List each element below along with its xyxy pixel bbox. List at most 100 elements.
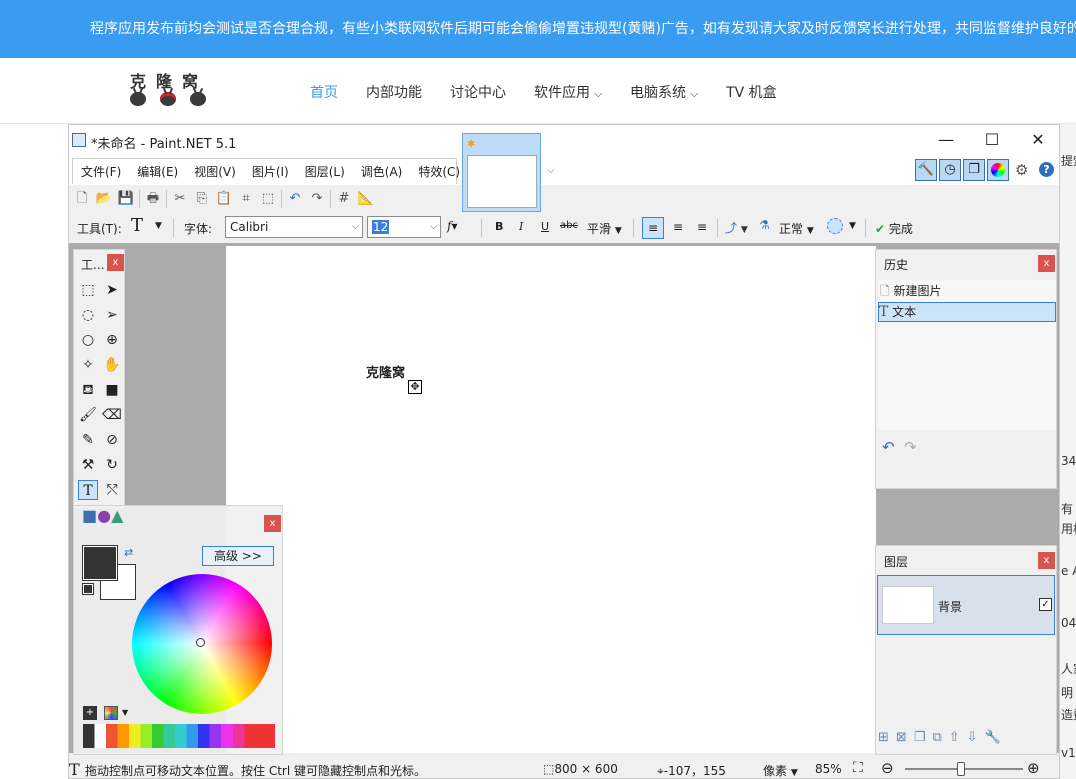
add-to-palette-icon[interactable]: + bbox=[83, 706, 97, 720]
selection-clip-icon[interactable] bbox=[827, 218, 843, 234]
color-wheel-cursor[interactable] bbox=[196, 638, 205, 647]
recolor-icon[interactable]: ↻ bbox=[102, 455, 122, 475]
font-style-icon[interactable]: f▾ bbox=[447, 219, 457, 233]
tabs-dropdown-icon[interactable]: ⌵ bbox=[547, 165, 555, 176]
palette-menu-icon[interactable] bbox=[104, 706, 118, 720]
blend-mode-icon[interactable]: ⚗ bbox=[759, 218, 770, 232]
add-layer-icon[interactable]: ⊞ bbox=[878, 730, 889, 745]
image-canvas[interactable]: 克隆窝 ✥ bbox=[226, 246, 876, 753]
move-layer-down-icon[interactable]: ⇩ bbox=[967, 730, 978, 745]
duplicate-layer-icon[interactable]: ❐ bbox=[914, 730, 926, 745]
redo-icon[interactable]: ↷ bbox=[904, 438, 917, 456]
font-size-select[interactable]: 12 ⌵ bbox=[367, 216, 441, 238]
menu-effects[interactable]: 特效(C) bbox=[410, 163, 468, 180]
layer-row[interactable]: 背景 ✓ bbox=[877, 575, 1055, 635]
clone-stamp-icon[interactable]: ⚒ bbox=[78, 455, 98, 475]
print-icon[interactable]: 🖶 bbox=[144, 190, 162, 208]
underline-button[interactable]: U bbox=[541, 220, 549, 233]
history-item[interactable]: 🗋 新建图片 bbox=[880, 282, 1054, 300]
antialias-select[interactable]: 平滑 ▼ bbox=[587, 220, 622, 237]
copy-icon[interactable]: ⎘ bbox=[193, 190, 211, 208]
nav-software[interactable]: 软件应用 ⌵ bbox=[534, 82, 602, 102]
chevron-down-icon[interactable]: ▼ bbox=[849, 221, 856, 231]
chevron-down-icon[interactable]: ▼ bbox=[122, 708, 128, 717]
nav-discussion[interactable]: 讨论中心 bbox=[450, 82, 506, 102]
zoom-to-window-icon[interactable]: ⛶ bbox=[853, 760, 863, 776]
zoom-in-icon[interactable]: ⊕ bbox=[1027, 759, 1040, 777]
text-tool-icon[interactable]: T bbox=[78, 480, 98, 500]
zoom-slider[interactable] bbox=[905, 762, 1023, 776]
zoom-slider-thumb[interactable] bbox=[957, 762, 965, 776]
swap-colors-icon[interactable]: ⇄ bbox=[124, 546, 133, 559]
reset-colors-icon[interactable] bbox=[82, 583, 94, 595]
nav-internal[interactable]: 内部功能 bbox=[366, 82, 422, 102]
history-toggle-icon[interactable]: ◷ bbox=[939, 159, 961, 181]
align-left-icon[interactable]: ≡ bbox=[642, 217, 664, 239]
delete-layer-icon[interactable]: ⊠ bbox=[896, 730, 907, 745]
color-wheel[interactable] bbox=[132, 574, 272, 714]
deselect-icon[interactable]: ⬚ bbox=[259, 190, 277, 208]
undo-icon[interactable]: ↶ bbox=[882, 438, 895, 456]
settings-gear-icon[interactable]: ⚙ bbox=[1015, 161, 1028, 179]
move-handle-icon[interactable]: ✥ bbox=[408, 380, 422, 394]
close-panel-icon[interactable]: x bbox=[1038, 552, 1055, 569]
advanced-colors-button[interactable]: 高级 >> bbox=[202, 546, 274, 566]
color-picker-icon[interactable]: ⊘ bbox=[102, 430, 122, 450]
ruler-icon[interactable]: 📐 bbox=[357, 190, 375, 208]
nav-tv[interactable]: TV 机盒 bbox=[726, 82, 777, 102]
redo-icon[interactable]: ↷ bbox=[308, 190, 326, 208]
merge-layer-icon[interactable]: ⧉ bbox=[932, 730, 941, 745]
align-right-icon[interactable]: ≡ bbox=[691, 217, 713, 239]
paste-icon[interactable]: 📋 bbox=[215, 190, 233, 208]
color-palette-strip[interactable] bbox=[83, 724, 275, 748]
move-selected-icon[interactable]: ➢ bbox=[102, 305, 122, 325]
strikethrough-button[interactable]: abc bbox=[560, 220, 578, 231]
tools-toggle-icon[interactable]: 🔨 bbox=[915, 159, 937, 181]
maximize-button[interactable]: ☐ bbox=[977, 129, 1007, 151]
title-bar[interactable]: *未命名 - Paint.NET 5.1 — ☐ ✕ bbox=[69, 125, 1059, 155]
pencil-icon[interactable]: ✎ bbox=[78, 430, 98, 450]
minimize-button[interactable]: — bbox=[931, 129, 961, 151]
nav-systems[interactable]: 电脑系统 ⌵ bbox=[630, 82, 698, 102]
menu-edit[interactable]: 编辑(E) bbox=[129, 163, 186, 180]
menu-view[interactable]: 视图(V) bbox=[186, 163, 244, 180]
eraser-icon[interactable]: ⌫ bbox=[102, 405, 122, 425]
pan-hand-icon[interactable]: ✋ bbox=[102, 355, 122, 375]
crop-icon[interactable]: ⌗ bbox=[237, 190, 255, 208]
lasso-select-icon[interactable]: ◌ bbox=[78, 305, 98, 325]
italic-button[interactable]: I bbox=[519, 220, 523, 233]
move-layer-up-icon[interactable]: ⇧ bbox=[949, 730, 960, 745]
new-file-icon[interactable]: 🗋 bbox=[73, 190, 91, 208]
layer-visibility-checkbox[interactable]: ✓ bbox=[1039, 598, 1052, 611]
move-selection-icon[interactable]: ➤ bbox=[102, 280, 122, 300]
help-icon[interactable]: ? bbox=[1039, 162, 1054, 177]
close-panel-icon[interactable]: x bbox=[264, 515, 281, 532]
ellipse-select-icon[interactable]: ○ bbox=[78, 330, 98, 350]
close-panel-icon[interactable]: x bbox=[107, 254, 124, 271]
align-center-icon[interactable]: ≡ bbox=[667, 217, 689, 239]
zoom-icon[interactable]: ⊕ bbox=[102, 330, 122, 350]
paint-bucket-icon[interactable]: ⛾ bbox=[78, 380, 98, 400]
menu-image[interactable]: 图片(I) bbox=[244, 163, 297, 180]
font-family-select[interactable]: Calibri ⌵ bbox=[225, 216, 363, 238]
units-select[interactable]: 像素 ▼ bbox=[763, 762, 798, 778]
image-tab-thumbnail[interactable]: ✱ bbox=[462, 133, 541, 212]
save-icon[interactable]: 💾 bbox=[117, 190, 135, 208]
text-tool-icon[interactable]: T bbox=[131, 215, 143, 236]
layers-toggle-icon[interactable]: ❐ bbox=[963, 159, 985, 181]
cut-icon[interactable]: ✂ bbox=[171, 190, 189, 208]
history-item-selected[interactable]: T 文本 bbox=[878, 302, 1056, 322]
close-button[interactable]: ✕ bbox=[1023, 129, 1053, 151]
rectangle-select-icon[interactable]: ⬚ bbox=[78, 280, 98, 300]
menu-adjustments[interactable]: 调色(A) bbox=[353, 163, 411, 180]
chevron-down-icon[interactable]: ▼ bbox=[155, 221, 162, 231]
line-curve-icon[interactable]: ⤲ bbox=[102, 480, 122, 500]
shapes-tool-icon[interactable]: ■●▲ bbox=[82, 506, 123, 528]
zoom-level[interactable]: 85% bbox=[815, 762, 842, 776]
gradient-icon[interactable]: ■ bbox=[102, 380, 122, 400]
close-panel-icon[interactable]: x bbox=[1038, 255, 1055, 272]
paintbrush-icon[interactable]: 🖌 bbox=[78, 405, 98, 425]
grid-icon[interactable]: # bbox=[335, 190, 353, 208]
menu-file[interactable]: 文件(F) bbox=[73, 163, 129, 180]
colors-toggle-icon[interactable] bbox=[987, 159, 1009, 181]
